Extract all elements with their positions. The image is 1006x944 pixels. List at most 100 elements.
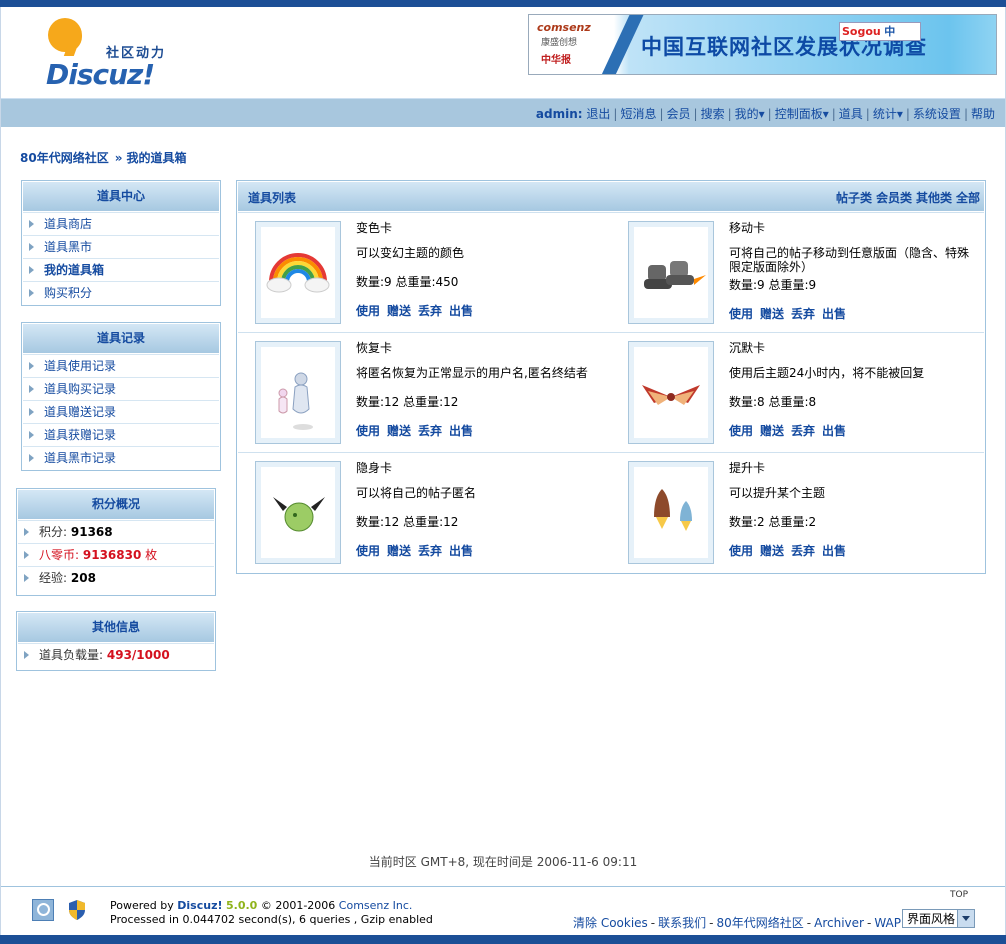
tool-action-button[interactable]: 丢弃 — [418, 544, 442, 558]
tool-action-button[interactable]: 使用 — [729, 544, 753, 558]
sidebar-item[interactable]: 道具黑市记录 — [23, 446, 219, 469]
sidebar-item-label: 道具商店 — [44, 217, 93, 231]
sidebar-item[interactable]: 道具黑市 — [23, 235, 219, 258]
winged-badge-icon — [634, 347, 708, 438]
tool-action-button[interactable]: 赠送 — [760, 307, 784, 321]
nav-user[interactable]: admin: — [536, 107, 583, 121]
nav-item[interactable]: 控制面板▾ — [775, 107, 829, 121]
footer-link[interactable]: 80年代网络社区 — [717, 916, 804, 930]
tool-name: 变色卡 — [356, 221, 393, 235]
ime-mode[interactable]: 中 — [884, 25, 895, 38]
sidebar-item[interactable]: 我的道具箱 — [23, 258, 219, 281]
style-select[interactable]: 界面风格 — [902, 909, 975, 928]
tool-action-button[interactable]: 赠送 — [760, 424, 784, 438]
bullet-icon — [24, 651, 29, 659]
tool-action-button[interactable]: 丢弃 — [418, 424, 442, 438]
tool-action-button[interactable]: 出售 — [822, 307, 846, 321]
powered-brand[interactable]: Discuz! — [177, 899, 222, 912]
sidebar-item[interactable]: 道具赠送记录 — [23, 400, 219, 423]
tool-action-button[interactable]: 丢弃 — [418, 304, 442, 318]
tool-action-button[interactable]: 使用 — [356, 544, 380, 558]
tool-thumbnail[interactable] — [628, 341, 714, 444]
tool-action-button[interactable]: 出售 — [449, 304, 473, 318]
footer-link[interactable]: Archiver — [814, 916, 864, 930]
nav-item[interactable]: 退出 — [586, 107, 610, 121]
tool-thumbnail[interactable] — [255, 461, 341, 564]
tool-center-box: 道具中心 道具商店 道具黑市 我的道具箱 购买积分 — [21, 180, 221, 306]
tool-actions: 使用 赠送 丢弃 出售 — [729, 305, 853, 322]
company-link[interactable]: Comsenz Inc. — [339, 899, 413, 912]
tool-action-button[interactable]: 赠送 — [387, 424, 411, 438]
sidebar-item-label: 我的道具箱 — [44, 263, 105, 277]
breadcrumb-home[interactable]: 80年代网络社区 — [20, 151, 109, 165]
nav-separator: | — [727, 107, 732, 121]
tool-thumbnail[interactable] — [255, 341, 341, 444]
category-filter[interactable]: 其他类 — [916, 191, 952, 205]
tool-action-button[interactable]: 使用 — [356, 304, 380, 318]
bullet-icon — [24, 528, 29, 536]
nav-item[interactable]: 统计▾ — [873, 107, 903, 121]
nav-item[interactable]: 系统设置 — [913, 107, 961, 121]
nav-item[interactable]: 搜索 — [701, 107, 725, 121]
footer-link[interactable]: 清除 Cookies — [573, 916, 648, 930]
tool-thumbnail[interactable] — [628, 461, 714, 564]
sidebar-item-label: 购买积分 — [44, 286, 93, 300]
tool-actions: 使用 赠送 丢弃 出售 — [356, 542, 480, 559]
category-filter[interactable]: 帖子类 — [836, 191, 872, 205]
nav-separator: | — [905, 107, 910, 121]
tool-desc: 可以将自己的帖子匿名 — [356, 486, 477, 500]
sidebar-item-label: 道具黑市 — [44, 240, 93, 254]
nav-item[interactable]: 帮助 — [971, 107, 995, 121]
nav-item[interactable]: 我的▾ — [735, 107, 765, 121]
category-filter[interactable]: 会员类 — [876, 191, 912, 205]
category-filter[interactable]: 全部 — [956, 191, 980, 205]
tool-action-button[interactable]: 出售 — [449, 544, 473, 558]
footer-link[interactable]: 联系我们 — [658, 916, 706, 930]
ghost-figure-icon — [261, 347, 335, 438]
banner-company: comsenz — [537, 21, 591, 34]
chevron-down-icon[interactable] — [957, 910, 974, 927]
coins-row: 八零币: 9136830 枚 — [18, 543, 214, 566]
tool-action-button[interactable]: 赠送 — [760, 544, 784, 558]
tool-qty: 数量:8 总重量:8 — [729, 395, 817, 409]
coins-label: 八零币: — [39, 548, 80, 562]
sidebar-item[interactable]: 购买积分 — [23, 281, 219, 304]
back-to-top[interactable]: TOP — [950, 890, 968, 900]
tool-action-button[interactable]: 丢弃 — [791, 424, 815, 438]
tool-action-button[interactable]: 出售 — [822, 544, 846, 558]
shield-icon — [69, 900, 85, 920]
tool-action-button[interactable]: 丢弃 — [791, 307, 815, 321]
sidebar-item[interactable]: 道具获赠记录 — [23, 423, 219, 446]
tool-action-button[interactable]: 使用 — [729, 307, 753, 321]
tool-item: 提升卡 可以提升某个主题 数量:2 总重量:2 使用 赠送 丢弃 出售 — [611, 453, 981, 572]
ime-toolbar[interactable]: Sogou 中 — [839, 22, 921, 41]
tool-action-button[interactable]: 使用 — [356, 424, 380, 438]
breadcrumb-sep: » — [114, 151, 123, 165]
sidebar-item[interactable]: 道具商店 — [23, 212, 219, 235]
load-row: 道具负载量: 493/1000 — [18, 643, 214, 666]
winged-ball-icon — [261, 467, 335, 558]
tool-action-button[interactable]: 使用 — [729, 424, 753, 438]
tool-action-button[interactable]: 出售 — [449, 424, 473, 438]
tool-thumbnail[interactable] — [255, 221, 341, 324]
nav-item[interactable]: 会员 — [667, 107, 691, 121]
sidebar-item-label: 道具获赠记录 — [44, 428, 117, 442]
ad-banner[interactable]: comsenz 康盛创想 中华报 中国互联网社区发展状况调查 Sogou 中 — [528, 14, 997, 75]
tool-row: 恢复卡 将匿名恢复为正常显示的用户名,匿名终结者 数量:12 总重量:12 使用 赠送丢… — [238, 332, 984, 452]
tool-thumbnail[interactable] — [628, 221, 714, 324]
tool-action-button[interactable]: 赠送 — [387, 544, 411, 558]
tool-action-button[interactable]: 丢弃 — [791, 544, 815, 558]
tool-item: 恢复卡 将匿名恢复为正常显示的用户名,匿名终结者 数量:12 总重量:12 使用 赠送丢… — [238, 333, 608, 452]
sidebar-item[interactable]: 道具购买记录 — [23, 377, 219, 400]
footer-link[interactable]: WAP — [874, 916, 901, 930]
nav-item[interactable]: 短消息 — [620, 107, 656, 121]
search-icon[interactable] — [32, 899, 54, 921]
nav-separator: | — [963, 107, 968, 121]
tool-action-button[interactable]: 赠送 — [387, 304, 411, 318]
tool-action-button[interactable]: 出售 — [822, 424, 846, 438]
nav-item[interactable]: 道具 — [839, 107, 863, 121]
site-logo[interactable]: 社区动力 Discuz! — [44, 16, 189, 91]
sidebar-item[interactable]: 道具使用记录 — [23, 354, 219, 377]
rainbow-icon — [261, 227, 335, 318]
bullet-icon — [29, 220, 34, 228]
